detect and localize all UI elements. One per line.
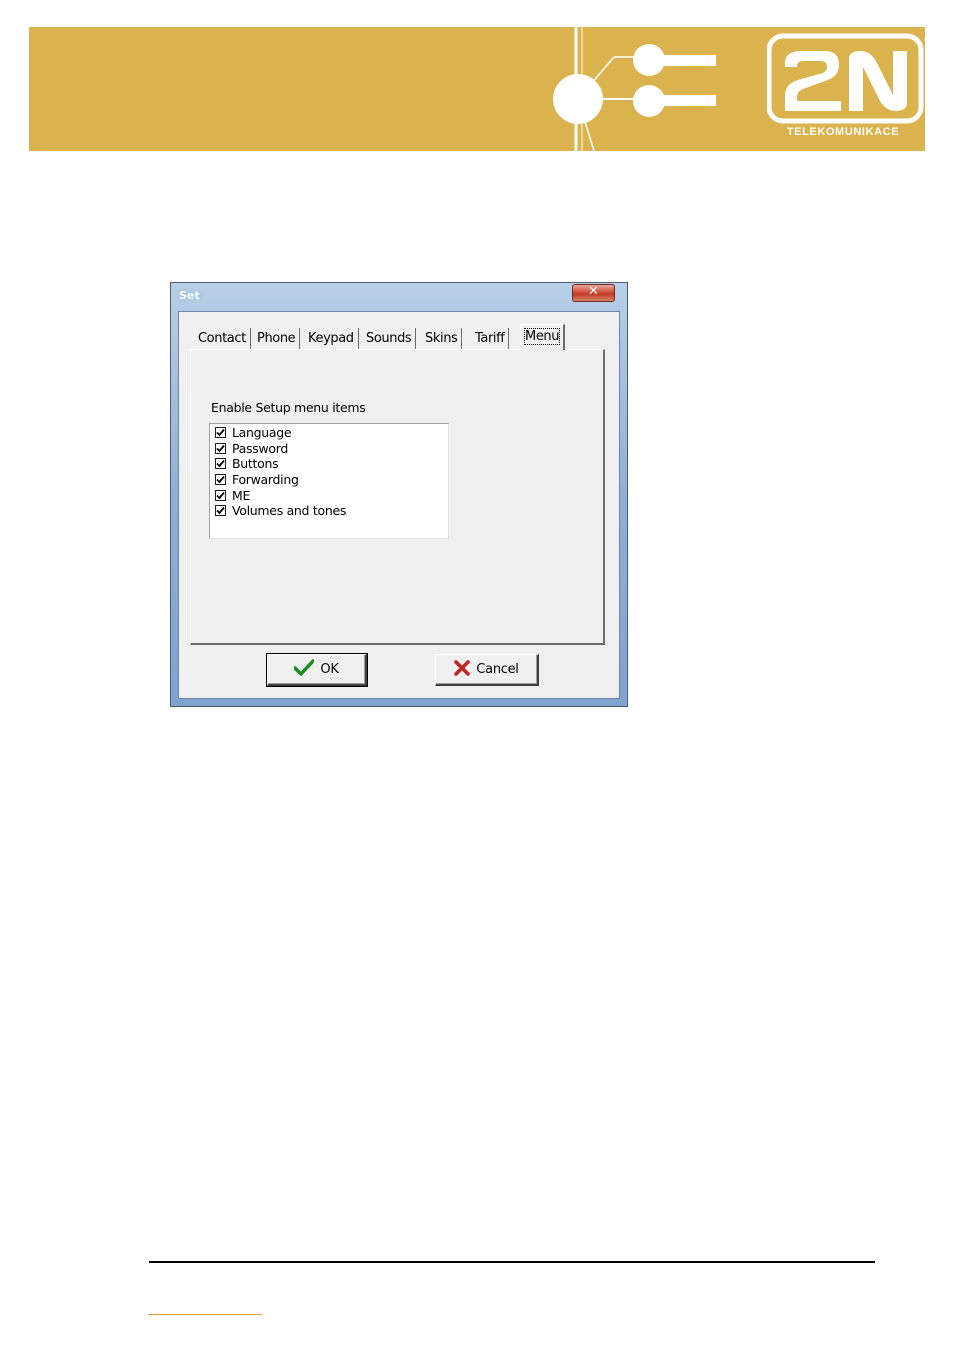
tab-skins[interactable]: Skins (421, 328, 463, 349)
logo-subtext: TELEKOMUNIKACE (786, 126, 900, 138)
checkbox-language[interactable] (215, 427, 226, 439)
footer-link-underline (148, 1314, 262, 1315)
tab-sounds[interactable]: Sounds (362, 328, 417, 349)
header-banner: ® TELEKOMUNIKACE (29, 27, 931, 151)
list-item-label: ME (232, 487, 251, 503)
checkbox-volumes-and-tones[interactable] (215, 505, 226, 517)
checkbox-me[interactable] (215, 489, 226, 501)
enable-setup-label: Enable Setup menu items (211, 400, 366, 415)
svg-text:®: ® (923, 36, 925, 45)
list-item-label: Volumes and tones (232, 503, 347, 519)
set-dialog: Set ✕ Contact Phone Keypad Sounds Skins … (170, 282, 628, 707)
list-item-forwarding[interactable]: Forwarding (215, 472, 299, 488)
checkmark-icon (293, 658, 316, 681)
list-item-buttons[interactable]: Buttons (215, 456, 279, 472)
list-item-label: Buttons (232, 456, 279, 472)
tab-tariff[interactable]: Tariff (471, 328, 510, 349)
list-item-volumes-and-tones[interactable]: Volumes and tones (215, 503, 346, 519)
checkbox-forwarding[interactable] (215, 474, 226, 486)
cross-icon (454, 659, 471, 680)
footer-divider (149, 1261, 875, 1263)
close-icon: ✕ (588, 284, 599, 299)
checkbox-buttons[interactable] (215, 458, 226, 470)
tab-keypad[interactable]: Keypad (304, 328, 359, 349)
ok-label: OK (320, 662, 339, 677)
list-item-label: Language (232, 425, 292, 441)
list-item-label: Password (232, 440, 288, 456)
close-button[interactable]: ✕ (572, 284, 615, 302)
dialog-client-area: Contact Phone Keypad Sounds Skins Tariff… (178, 311, 620, 699)
ok-button[interactable]: OK (266, 653, 368, 687)
setup-menu-items-list[interactable]: Language Password Buttons Forwarding ME … (209, 423, 449, 539)
list-item-language[interactable]: Language (215, 425, 292, 441)
tab-menu[interactable]: Menu (520, 324, 566, 350)
checkbox-password[interactable] (215, 442, 226, 454)
cancel-button[interactable]: Cancel (435, 654, 539, 686)
logo-2n-mark: ® (766, 33, 931, 124)
tab-contact[interactable]: Contact (194, 328, 251, 349)
cancel-label: Cancel (476, 662, 519, 677)
dialog-title: Set (179, 289, 200, 302)
tab-phone[interactable]: Phone (253, 328, 301, 349)
logo-2n: ® TELEKOMUNIKACE (766, 33, 931, 147)
list-item-me[interactable]: ME (215, 487, 250, 503)
list-item-password[interactable]: Password (215, 441, 288, 457)
list-item-label: Forwarding (232, 472, 299, 488)
